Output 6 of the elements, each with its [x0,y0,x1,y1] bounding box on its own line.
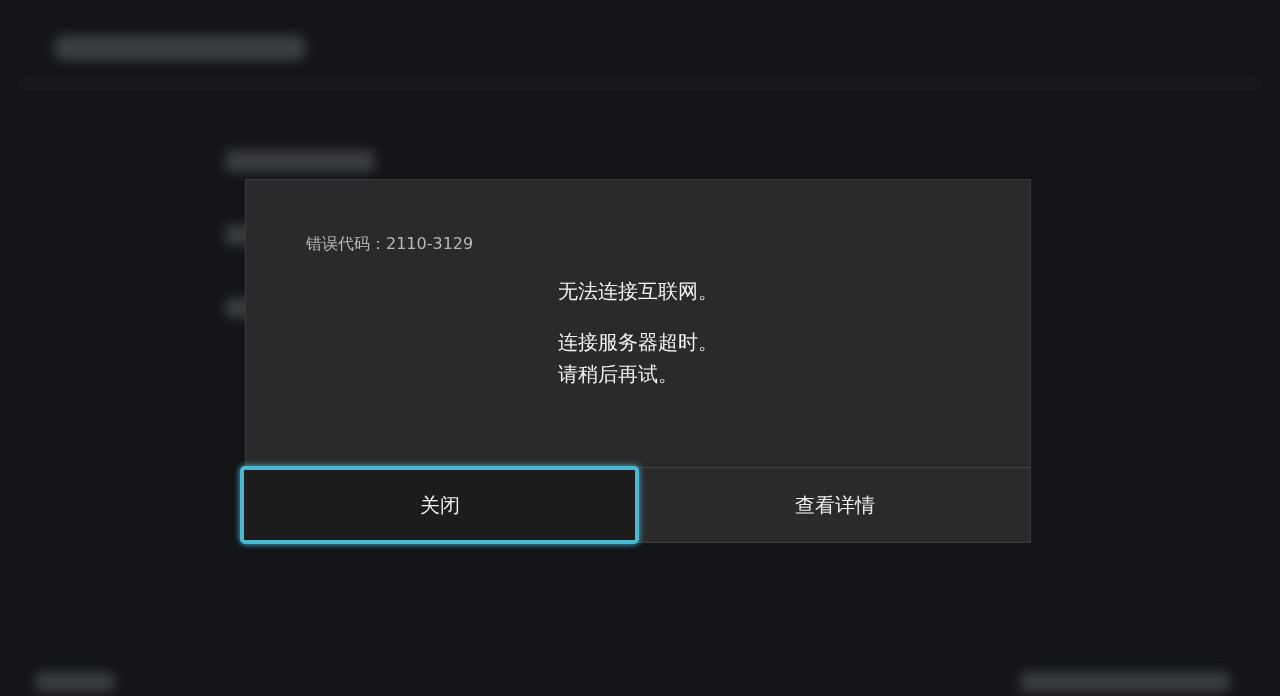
dialog-button[interactable]: 关闭 [240,466,639,544]
dialog-button[interactable]: 查看详情 [639,468,1030,542]
error-code: 错误代码：2110-3129 [305,233,475,255]
error-message: 连接服务器超时。 [558,329,718,356]
error-message: 请稍后再试。 [558,361,679,388]
error-title: 无法连接互联网。 [558,278,718,305]
